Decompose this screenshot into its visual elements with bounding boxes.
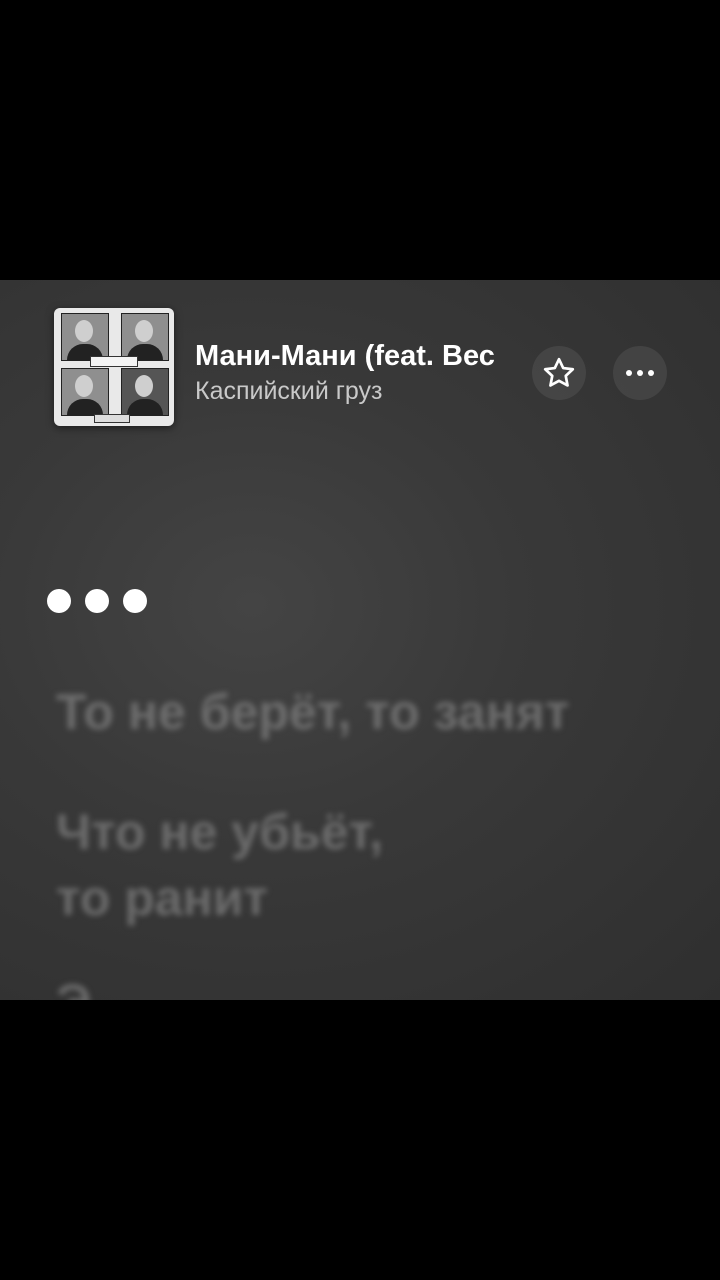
cover-photo — [61, 313, 109, 361]
lyric-line[interactable]: то ранит — [56, 866, 268, 930]
cover-label — [90, 356, 138, 367]
lyric-line[interactable]: Что не убьёт, — [56, 800, 383, 864]
song-title[interactable]: Мани-Мани (feat. Вес — [195, 338, 523, 374]
more-options-button[interactable] — [613, 346, 667, 400]
star-outline-icon — [543, 357, 575, 387]
cover-photo — [121, 368, 169, 416]
cover-label — [94, 414, 130, 423]
lyrics-screen: Мани-Мани (feat. Вес Каспийский груз То … — [0, 280, 720, 1000]
cover-photo — [61, 368, 109, 416]
lyric-line[interactable]: То не берёт, то занят — [56, 680, 569, 744]
artist-name[interactable]: Каспийский груз — [195, 375, 382, 407]
lyric-line[interactable]: Э — [56, 970, 92, 1000]
three-dots-icon — [47, 589, 147, 613]
album-cover[interactable] — [54, 308, 174, 426]
cover-photo — [121, 313, 169, 361]
favorite-button[interactable] — [532, 346, 586, 400]
ellipsis-icon — [626, 370, 654, 376]
